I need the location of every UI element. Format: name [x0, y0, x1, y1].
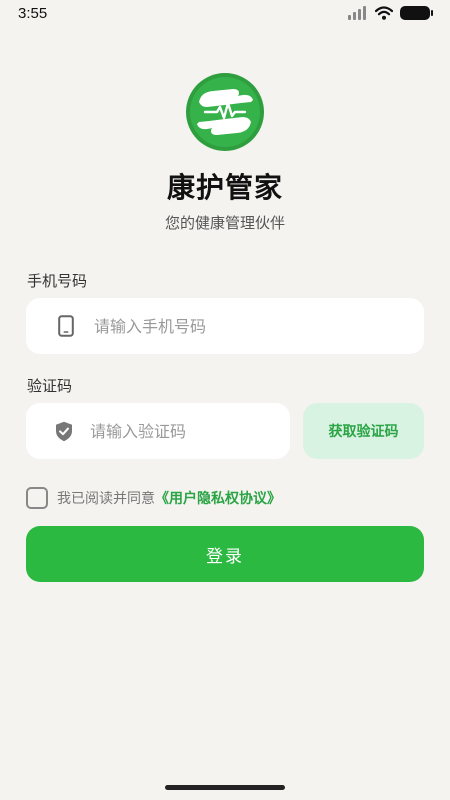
- agreement-text: 我已阅读并同意: [57, 491, 155, 507]
- status-icons: [348, 6, 433, 20]
- code-input[interactable]: [90, 403, 290, 459]
- hands-heartbeat-logo-icon: [186, 73, 264, 151]
- phone-label: 手机号码: [27, 272, 88, 290]
- battery-icon: [400, 6, 433, 20]
- agreement-row: 我已阅读并同意 《用户隐私权协议》: [26, 486, 281, 510]
- phone-field-card[interactable]: [26, 298, 424, 354]
- phone-icon: [38, 298, 94, 354]
- app-name: 康护管家: [166, 171, 283, 204]
- code-label: 验证码: [27, 377, 73, 395]
- app-tagline: 您的健康管理伙伴: [164, 214, 285, 232]
- get-code-button[interactable]: 获取验证码: [303, 403, 424, 459]
- agreement-checkbox[interactable]: [26, 487, 48, 509]
- wifi-icon: [375, 6, 393, 20]
- signal-icon: [348, 6, 366, 20]
- shield-check-icon: [38, 403, 90, 459]
- app-logo: [185, 72, 265, 152]
- home-indicator: [165, 785, 285, 790]
- phone-input[interactable]: [94, 298, 424, 354]
- status-time: 3:55: [18, 4, 48, 22]
- code-field-card[interactable]: [26, 403, 290, 459]
- status-bar: 3:55: [0, 0, 450, 26]
- privacy-agreement-link[interactable]: 《用户隐私权协议》: [155, 488, 281, 508]
- login-button[interactable]: 登录: [26, 526, 424, 582]
